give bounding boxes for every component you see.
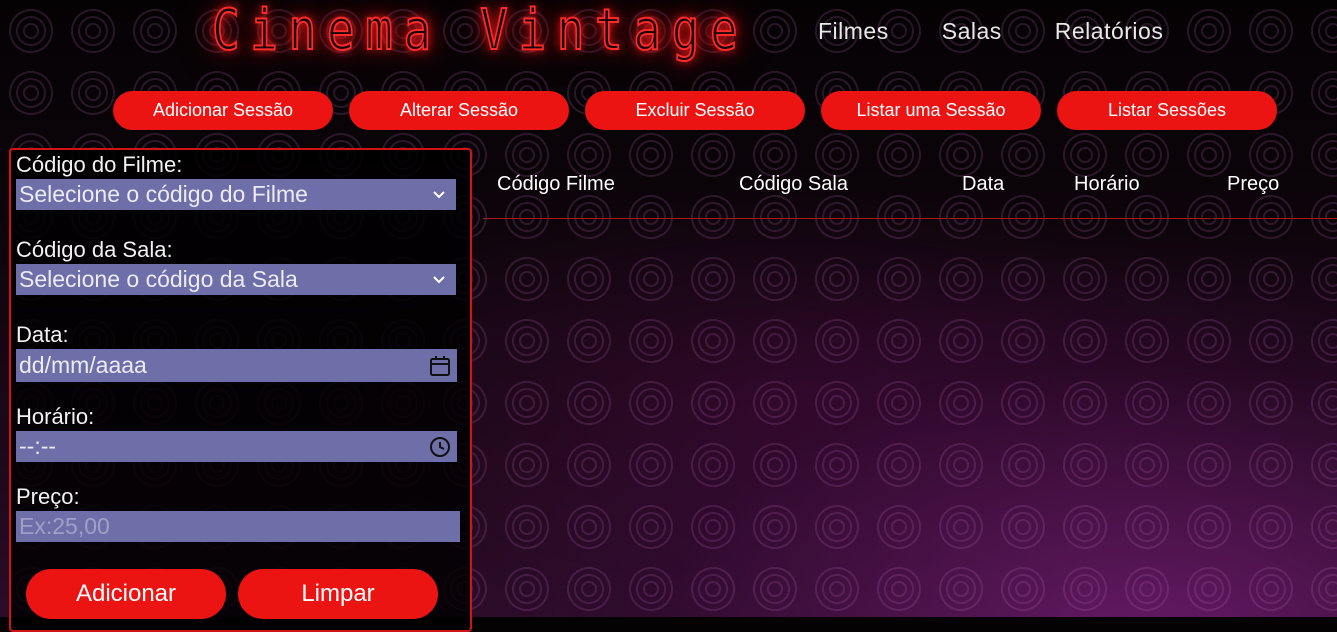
data-input-value: dd/mm/aaaa: [19, 352, 147, 378]
sala-select[interactable]: Selecione o código da Sala: [16, 264, 456, 295]
chevron-down-icon: [426, 267, 452, 293]
nav-salas[interactable]: Salas: [942, 18, 1002, 45]
add-button[interactable]: Adicionar: [26, 569, 226, 619]
add-session-button[interactable]: Adicionar Sessão: [113, 91, 333, 130]
edit-session-button[interactable]: Alterar Sessão: [349, 91, 569, 130]
clock-icon[interactable]: [427, 434, 453, 460]
filme-label: Código do Filme:: [16, 152, 183, 177]
filme-select[interactable]: Selecione o código do Filme: [16, 179, 456, 210]
column-header-preco: Preço: [1213, 150, 1337, 219]
horario-label: Horário:: [16, 404, 95, 429]
sala-label: Código da Sala:: [16, 237, 173, 262]
data-label: Data:: [16, 322, 69, 347]
nav-relatorios[interactable]: Relatórios: [1055, 18, 1164, 45]
logo[interactable]: Cinema Vintage: [211, 0, 748, 64]
header: Cinema Vintage Filmes Salas Relatórios: [0, 0, 1337, 80]
list-sessions-button[interactable]: Listar Sessões: [1057, 91, 1277, 130]
delete-session-button[interactable]: Excluir Sessão: [585, 91, 805, 130]
main-nav: Filmes Salas Relatórios: [818, 18, 1216, 45]
filme-select-value: Selecione o código do Filme: [19, 181, 308, 207]
calendar-icon[interactable]: [427, 353, 453, 379]
nav-filmes[interactable]: Filmes: [818, 18, 889, 45]
session-actions: Adicionar Sessão Alterar Sessão Excluir …: [113, 91, 1277, 130]
column-header-codigo-filme: Código Filme: [483, 150, 724, 219]
horario-input[interactable]: --:--: [16, 431, 457, 462]
clear-button[interactable]: Limpar: [238, 569, 438, 619]
list-one-session-button[interactable]: Listar uma Sessão: [821, 91, 1041, 130]
sala-select-value: Selecione o código da Sala: [19, 266, 298, 292]
session-form: Código do Filme: Selecione o código do F…: [9, 148, 472, 632]
data-input[interactable]: dd/mm/aaaa: [16, 349, 457, 382]
horario-input-value: --:--: [19, 433, 57, 459]
column-header-data: Data: [948, 150, 1059, 219]
column-header-horario: Horário: [1060, 150, 1211, 219]
preco-input[interactable]: Ex:25,00: [16, 511, 460, 542]
preco-placeholder: Ex:25,00: [19, 513, 110, 539]
column-header-codigo-sala: Código Sala: [725, 150, 947, 219]
chevron-down-icon: [426, 182, 452, 208]
preco-label: Preço:: [16, 484, 80, 509]
